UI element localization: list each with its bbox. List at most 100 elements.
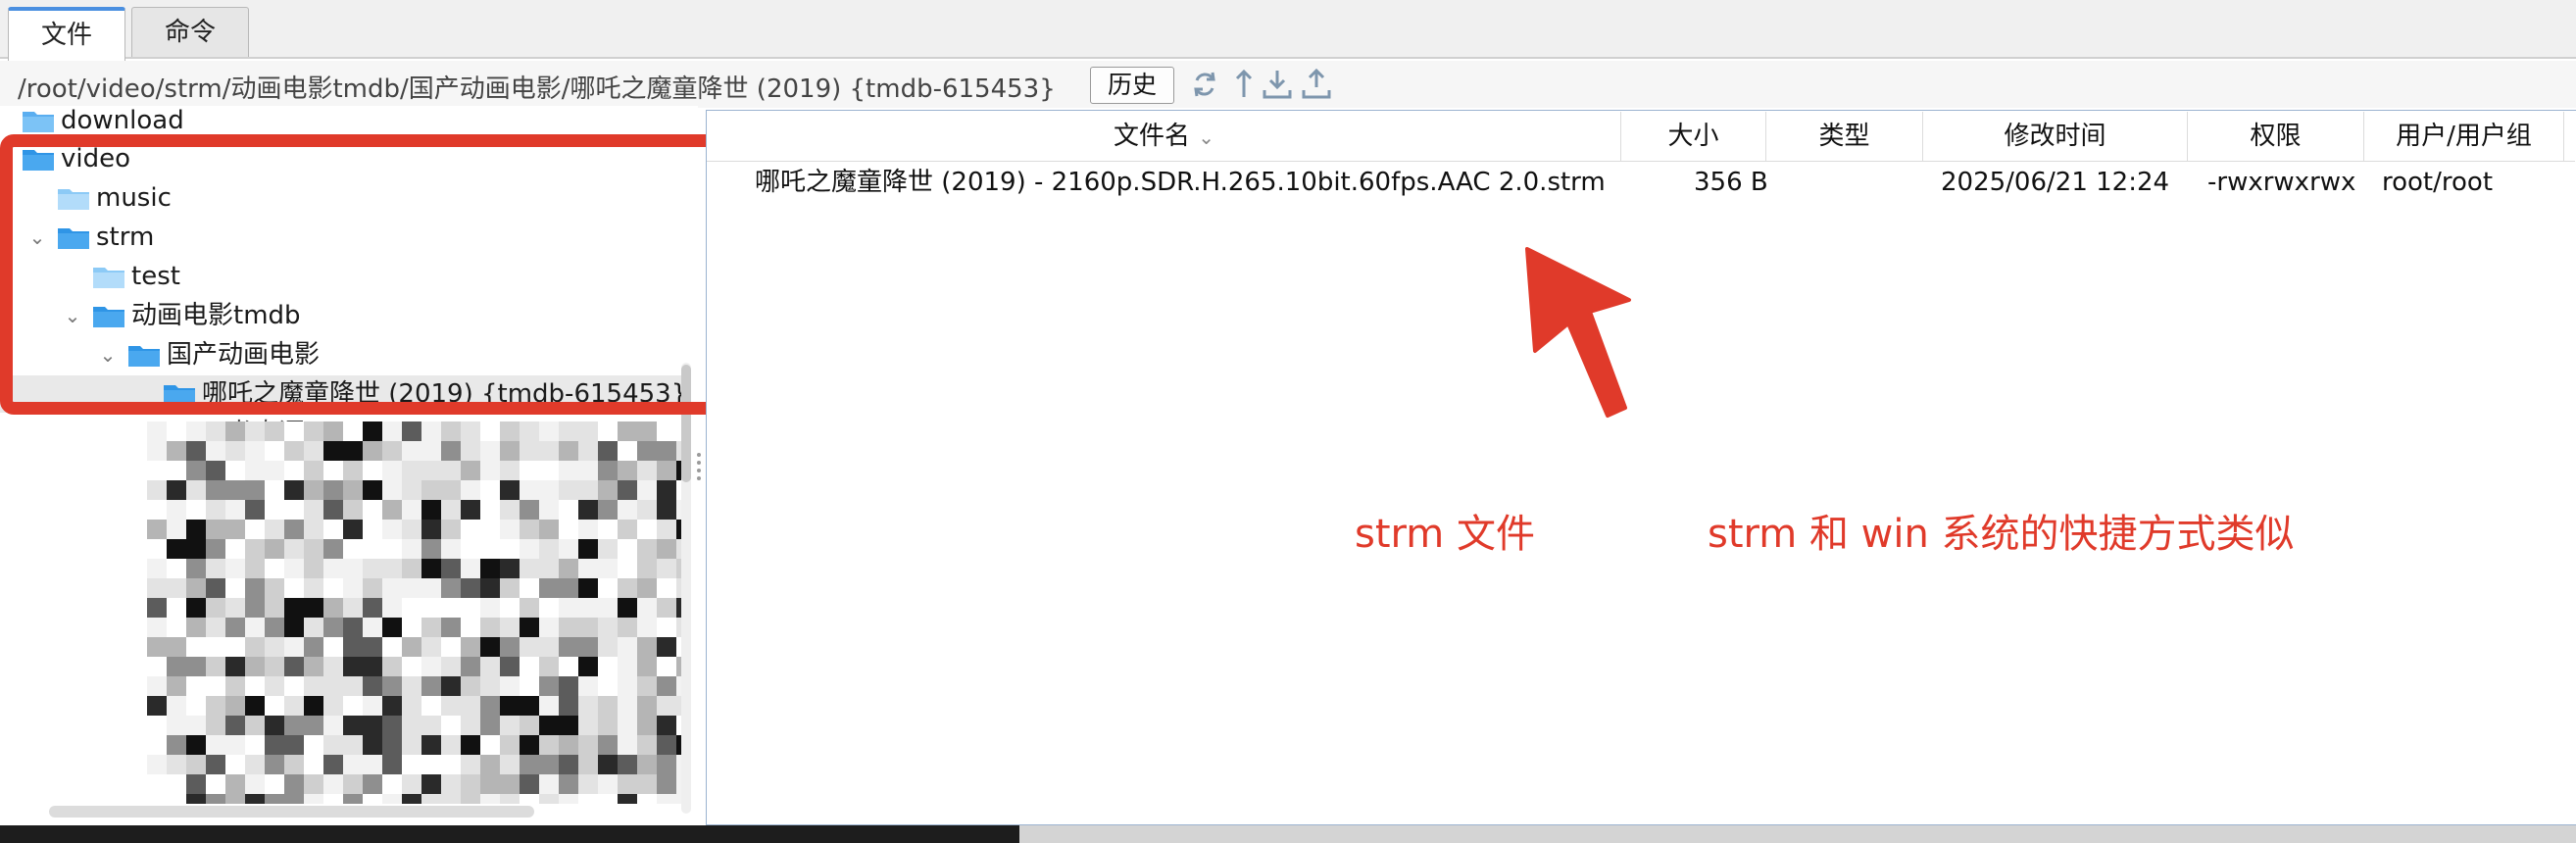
redaction-pixel [421, 657, 441, 676]
tree-item-nezha[interactable]: 哪吒之魔童降世 (2019) {tmdb-615453} [0, 375, 687, 413]
redaction-pixel [363, 618, 382, 637]
redaction-pixel [167, 441, 186, 461]
redaction-pixel [265, 755, 284, 774]
redaction-pixel [382, 539, 402, 559]
redaction-pixel [225, 480, 245, 500]
redaction-pixel [441, 657, 461, 676]
tree-item-label: 动画电影tmdb [131, 301, 301, 330]
redaction-pixel [598, 735, 618, 755]
redaction-pixel [343, 735, 363, 755]
splitter-handle[interactable] [696, 451, 702, 486]
redaction-pixel [421, 735, 441, 755]
tab-files[interactable]: 文件 [8, 7, 125, 63]
column-header-name[interactable]: 文件名 ⌄ [708, 112, 1621, 161]
column-header-modified[interactable]: 修改时间 [1923, 112, 2188, 161]
redaction-pixel [363, 578, 382, 598]
redaction-pixel [284, 618, 304, 637]
redaction-pixel [147, 755, 167, 774]
history-button[interactable]: 历史 [1090, 67, 1174, 104]
tree-horizontal-scrollbar[interactable] [49, 806, 534, 818]
redaction-pixel [618, 794, 637, 804]
tree-item-music[interactable]: music [0, 179, 686, 217]
redaction-pixel [147, 774, 167, 794]
column-header-type[interactable]: 类型 [1766, 112, 1923, 161]
redaction-pixel [167, 657, 186, 676]
redaction-pixel [304, 716, 323, 735]
current-path[interactable]: /root/video/strm/动画电影tmdb/国产动画电影/哪吒之魔童降世… [18, 69, 1056, 105]
redaction-pixel [461, 716, 480, 735]
download-icon[interactable] [1261, 67, 1294, 102]
redaction-pixel [206, 637, 225, 657]
redaction-pixel [539, 480, 559, 500]
redaction-pixel [461, 598, 480, 618]
redaction-pixel [323, 794, 343, 804]
redaction-pixel [225, 500, 245, 520]
redaction-pixel [402, 539, 421, 559]
tree-item-anime-tmdb[interactable]: ⌄ 动画电影tmdb [0, 297, 686, 334]
redaction-pixel [480, 774, 500, 794]
redaction-pixel [441, 422, 461, 441]
tree-item-test[interactable]: test [0, 258, 686, 295]
redaction-pixel [578, 696, 598, 716]
redaction-pixel [539, 618, 559, 637]
upload-icon[interactable] [1300, 67, 1333, 102]
chevron-down-icon[interactable]: ⌄ [96, 336, 120, 373]
redaction-pixel [363, 461, 382, 480]
redaction-pixel [578, 716, 598, 735]
chevron-down-icon[interactable]: ⌄ [25, 219, 49, 256]
up-icon[interactable] [1227, 67, 1261, 102]
column-header-owner[interactable]: 用户/用户组 [2364, 112, 2564, 161]
redaction-pixel [147, 520, 167, 539]
redaction-pixel [520, 618, 539, 637]
tree-item-download[interactable]: download [0, 102, 686, 139]
redaction-pixel [480, 637, 500, 657]
redaction-pixel [245, 735, 265, 755]
redaction-pixel [618, 520, 637, 539]
redaction-pixel [323, 559, 343, 578]
redaction-pixel [206, 578, 225, 598]
refresh-icon[interactable] [1188, 67, 1221, 102]
redaction-pixel [559, 559, 578, 578]
redaction-pixel [421, 696, 441, 716]
redaction-pixel [657, 696, 676, 716]
tab-bar [0, 0, 2576, 59]
redaction-pixel [265, 578, 284, 598]
redaction-pixel [363, 480, 382, 500]
redaction-pixel [186, 598, 206, 618]
redaction-pixel [304, 480, 323, 500]
redaction-pixel [245, 559, 265, 578]
redaction-pixel [637, 422, 657, 441]
tree-item-domestic-anime[interactable]: ⌄ 国产动画电影 [0, 336, 686, 373]
column-header-size[interactable]: 大小 [1621, 112, 1766, 161]
redaction-pixel [559, 520, 578, 539]
tree-vertical-scrollbar-thumb[interactable] [681, 365, 691, 482]
redaction-pixel [363, 520, 382, 539]
redaction-pixel [637, 441, 657, 461]
redaction-pixel [284, 422, 304, 441]
tab-commands[interactable]: 命令 [131, 7, 249, 57]
redaction-pixel [461, 480, 480, 500]
redaction-pixel [225, 539, 245, 559]
redaction-pixel [618, 500, 637, 520]
redaction-pixel [637, 461, 657, 480]
redaction-pixel [147, 794, 167, 804]
redaction-pixel [245, 696, 265, 716]
tree-item-video[interactable]: video [0, 140, 686, 177]
redaction-pixel [421, 618, 441, 637]
redaction-pixel [167, 500, 186, 520]
column-header-permission[interactable]: 权限 [2188, 112, 2364, 161]
redaction-pixel [147, 500, 167, 520]
tree-item-strm[interactable]: ⌄ strm [0, 219, 686, 256]
redaction-pixel [225, 461, 245, 480]
redaction-pixel [225, 598, 245, 618]
redaction-pixel [245, 598, 265, 618]
redaction-pixel [265, 500, 284, 520]
redaction-pixel [441, 578, 461, 598]
redaction-pixel [186, 794, 206, 804]
chevron-down-icon[interactable]: ⌄ [61, 297, 84, 334]
redaction-pixel [539, 676, 559, 696]
redaction-pixel [500, 735, 520, 755]
redaction-pixel [618, 696, 637, 716]
redaction-pixel [500, 480, 520, 500]
pixelated-redaction [147, 422, 686, 804]
